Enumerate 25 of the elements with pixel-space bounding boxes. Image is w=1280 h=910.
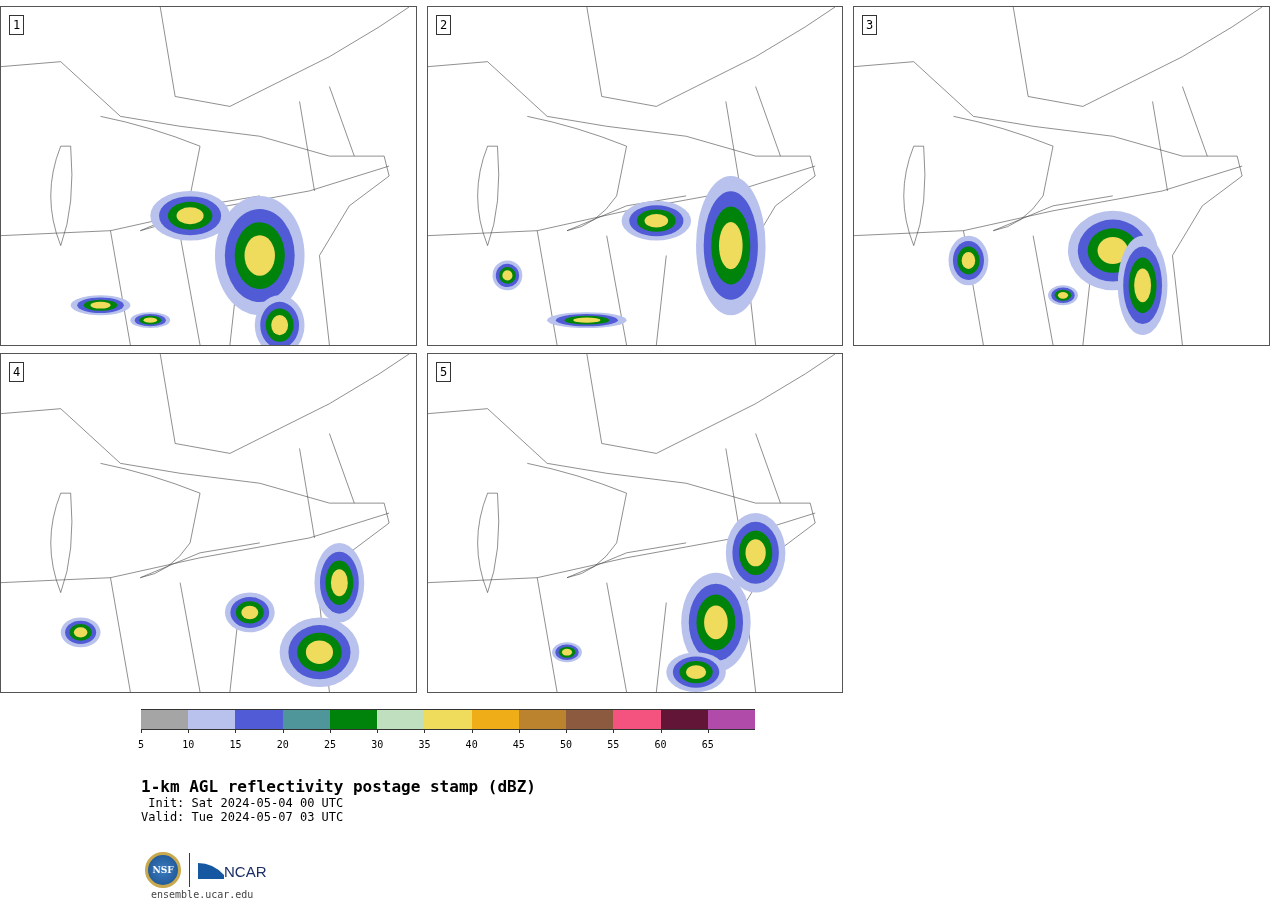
init-time: Init: Sat 2024-05-04 00 UTC [147,796,345,810]
tick-label: 25 [323,739,336,750]
tick-label: 35 [418,739,431,750]
tick-label: 20 [276,739,289,750]
valid-time: Valid: Tue 2024-05-07 03 UTC [141,810,345,824]
tick-label: 30 [371,739,384,750]
panel-number: 1 [9,15,25,35]
panel-number: 5 [436,362,452,382]
tick-label: 5 [138,739,144,750]
panel-number: 3 [862,15,878,35]
tick-label: 60 [654,739,667,750]
tick-label: 55 [607,739,620,750]
tick-label: 45 [512,739,525,750]
wordmark: NCAR [224,864,267,879]
tick-label: 40 [465,739,478,750]
tick-label: 15 [229,739,242,750]
chart-title: 1-km AGL reflectivity postage stamp (dBZ) [141,778,537,796]
tick-label: 10 [182,739,195,750]
swoosh-icon [198,861,224,879]
panel-number: 4 [9,362,25,382]
tick-label: 50 [560,739,573,750]
panel-number: 2 [436,15,452,35]
tick-label: 65 [701,739,714,750]
seal-logo: NSF [145,852,181,888]
url-text: ensemble.ucar.edu [151,889,255,901]
